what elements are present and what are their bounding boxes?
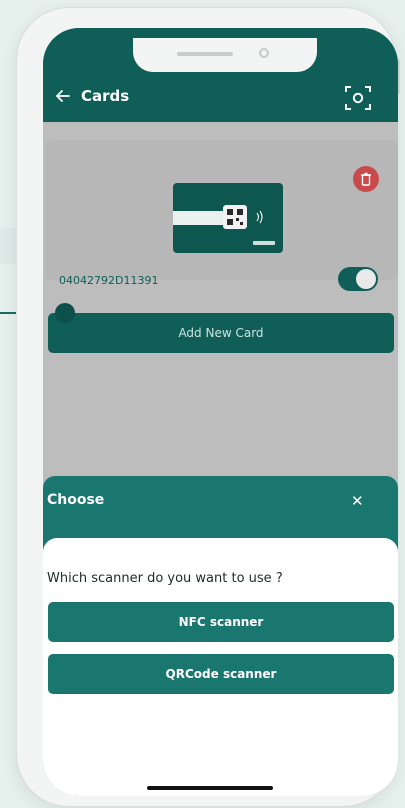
camera (259, 48, 269, 58)
bottom-sheet-title: Choose (47, 492, 105, 508)
arrow-left-icon[interactable] (53, 86, 73, 106)
delete-card-button[interactable] (353, 166, 379, 192)
phone-screen: Cards 04042792D11391 Add New Card Choose… (43, 28, 398, 796)
page-title: Cards (81, 87, 130, 105)
card-image (173, 183, 283, 253)
trash-icon (361, 172, 371, 186)
scanner-question: Which scanner do you want to use ? (47, 571, 283, 586)
app-bar: Cards (43, 28, 398, 122)
qrcode-scanner-button[interactable]: QRCode scanner (48, 654, 394, 694)
card-enabled-toggle[interactable] (338, 267, 378, 291)
speaker (177, 52, 233, 56)
nfc-scanner-button[interactable]: NFC scanner (48, 602, 394, 642)
toggle-knob (356, 269, 376, 289)
scan-frame-icon[interactable] (343, 84, 373, 112)
tutorial-pointer-dot (55, 303, 75, 323)
phone-notch (133, 38, 317, 72)
background-divider (398, 60, 400, 94)
phone-frame: Cards 04042792D11391 Add New Card Choose… (17, 8, 398, 806)
close-icon[interactable]: ✕ (351, 492, 364, 510)
home-indicator (147, 786, 273, 790)
add-new-card-button[interactable]: Add New Card (48, 313, 394, 353)
card-number: 04042792D11391 (59, 274, 159, 287)
card-graphic (173, 205, 275, 245)
